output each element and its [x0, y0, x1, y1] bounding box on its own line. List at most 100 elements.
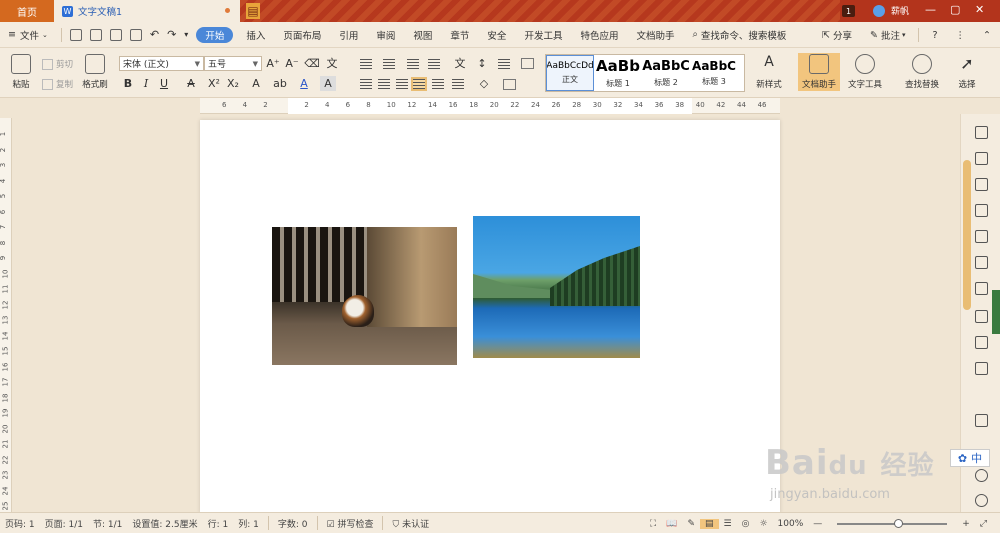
- shading-icon[interactable]: ◇: [476, 76, 492, 91]
- tab-view[interactable]: 视图: [404, 22, 441, 48]
- font-name-select[interactable]: 宋体 (正文) ▼: [119, 56, 204, 71]
- archive-icon[interactable]: [975, 362, 988, 375]
- tab-insert[interactable]: 插入: [237, 22, 274, 48]
- apps-icon[interactable]: [975, 256, 988, 269]
- underline-button[interactable]: U: [156, 76, 172, 91]
- format-painter-button[interactable]: 格式刷: [78, 54, 112, 90]
- shapes-icon[interactable]: [975, 178, 988, 191]
- certification-status[interactable]: ⛉ 未认证: [387, 517, 434, 530]
- fullscreen-icon[interactable]: ⛶: [645, 519, 661, 529]
- help-circle-icon[interactable]: [975, 494, 988, 507]
- align-left-icon[interactable]: [360, 79, 372, 89]
- new-tab-icon[interactable]: ▤: [246, 3, 260, 19]
- close-icon[interactable]: ✕: [975, 3, 984, 16]
- find-replace-button[interactable]: 查找替换: [901, 54, 943, 90]
- numbered-list-icon[interactable]: [383, 59, 395, 69]
- cut-button[interactable]: 剪切: [42, 58, 73, 70]
- status-pages[interactable]: 页面: 1/1: [40, 517, 88, 530]
- text-tools-button[interactable]: 文字工具: [844, 54, 886, 90]
- chinese-layout-icon[interactable]: 文: [452, 56, 468, 71]
- zoom-out-icon[interactable]: —: [808, 519, 827, 529]
- decrease-indent-icon[interactable]: [407, 59, 419, 69]
- user-account[interactable]: 薪帆: [873, 4, 909, 17]
- status-word-count[interactable]: 字数: 0: [273, 517, 313, 530]
- tab-developer[interactable]: 开发工具: [515, 22, 571, 48]
- tab-home[interactable]: 首页: [0, 0, 54, 22]
- line-spacing-icon[interactable]: [452, 79, 464, 89]
- superscript-icon[interactable]: X²: [206, 76, 222, 91]
- text-effect-icon[interactable]: A: [248, 76, 264, 91]
- doc-helper-button[interactable]: 文档助手: [798, 53, 840, 91]
- fit-width-icon[interactable]: ⤢: [975, 519, 992, 529]
- properties-icon[interactable]: [975, 282, 988, 295]
- write-mode-icon[interactable]: ✎: [682, 519, 700, 529]
- increase-indent-icon[interactable]: [428, 59, 440, 69]
- maximize-icon[interactable]: ▢: [950, 3, 960, 16]
- subscript-icon[interactable]: X₂: [225, 76, 241, 91]
- layout-icon[interactable]: [975, 310, 988, 323]
- status-row[interactable]: 行: 1: [203, 517, 234, 530]
- phonetic-icon[interactable]: 文: [324, 56, 340, 71]
- customize-icon[interactable]: ▾: [184, 30, 188, 39]
- notification-badge[interactable]: 1: [842, 5, 855, 17]
- tab-doc-assistant[interactable]: 文档助手: [627, 22, 683, 48]
- show-marks-icon[interactable]: [498, 59, 510, 69]
- style-heading-1[interactable]: AaBb 标题 1: [594, 55, 642, 91]
- side-panel-tab[interactable]: [992, 290, 1000, 334]
- style-icon[interactable]: [975, 204, 988, 217]
- table-border-icon[interactable]: [521, 58, 534, 69]
- redo-icon[interactable]: ↷: [167, 28, 176, 41]
- vertical-scrollbar[interactable]: [963, 160, 971, 310]
- share-button[interactable]: ⇱ 分享: [813, 22, 861, 48]
- lake-photo[interactable]: [473, 216, 640, 358]
- eye-protection-icon[interactable]: ☼: [754, 519, 772, 529]
- print-icon[interactable]: [109, 28, 122, 41]
- help-icon[interactable]: ?: [923, 22, 946, 48]
- style-heading-2[interactable]: AaBbC 标题 2: [642, 55, 690, 91]
- undo-icon[interactable]: ↶: [150, 28, 159, 41]
- translate-icon[interactable]: [975, 336, 988, 349]
- outline-view-icon[interactable]: ☰: [719, 519, 737, 529]
- align-center-icon[interactable]: [378, 79, 390, 89]
- minimize-icon[interactable]: —: [925, 3, 936, 16]
- paste-button[interactable]: 粘贴: [4, 54, 38, 90]
- status-section[interactable]: 节: 1/1: [88, 517, 127, 530]
- tab-page-layout[interactable]: 页面布局: [274, 22, 330, 48]
- page-view-icon[interactable]: ▤: [699, 518, 719, 529]
- select-icon[interactable]: [975, 152, 988, 165]
- copy-button[interactable]: 复制: [42, 78, 73, 90]
- ime-indicator[interactable]: ✿ 中: [950, 449, 990, 467]
- status-setting[interactable]: 设置值: 2.5厘米: [127, 517, 202, 530]
- zoom-in-icon[interactable]: +: [957, 519, 975, 529]
- char-shading-icon[interactable]: A: [320, 76, 336, 91]
- clear-format-icon[interactable]: ⌫: [304, 56, 320, 71]
- save-icon[interactable]: [69, 28, 82, 41]
- tab-references[interactable]: 引用: [330, 22, 367, 48]
- status-col[interactable]: 列: 1: [233, 517, 264, 530]
- italic-button[interactable]: I: [138, 76, 154, 91]
- tab-features[interactable]: 特色应用: [571, 22, 627, 48]
- tab-security[interactable]: 安全: [478, 22, 515, 48]
- distribute-icon[interactable]: [432, 79, 444, 89]
- web-view-icon[interactable]: ◎: [737, 519, 755, 529]
- read-mode-icon[interactable]: 📖: [661, 519, 682, 529]
- select-button[interactable]: ➚ 选择: [950, 54, 984, 90]
- bold-button[interactable]: B: [120, 76, 136, 91]
- print-preview-icon[interactable]: [129, 28, 142, 41]
- horizontal-ruler[interactable]: 6 4 2 2 4 6 8 10 12 14 16 18 20 22 24 26 28 30 32 34 36 38 40 4…: [200, 98, 780, 114]
- bullet-list-icon[interactable]: [360, 59, 372, 69]
- image-icon[interactable]: [975, 414, 988, 427]
- zoom-slider[interactable]: [837, 518, 948, 528]
- justify-icon[interactable]: [411, 77, 427, 91]
- status-page-number[interactable]: 页码: 1: [0, 517, 40, 530]
- font-color-icon[interactable]: A: [296, 76, 312, 91]
- edit-icon[interactable]: [975, 126, 988, 139]
- tab-section[interactable]: 章节: [441, 22, 478, 48]
- cat-photo[interactable]: [272, 227, 457, 365]
- more-icon[interactable]: ⋮: [947, 22, 975, 48]
- font-size-select[interactable]: 五号 ▼: [204, 56, 262, 71]
- sort-icon[interactable]: ↕: [474, 56, 490, 71]
- new-style-button[interactable]: A 新样式: [751, 54, 787, 90]
- tab-review[interactable]: 审阅: [367, 22, 404, 48]
- file-menu[interactable]: ≡ 文件 ⌄: [0, 22, 57, 48]
